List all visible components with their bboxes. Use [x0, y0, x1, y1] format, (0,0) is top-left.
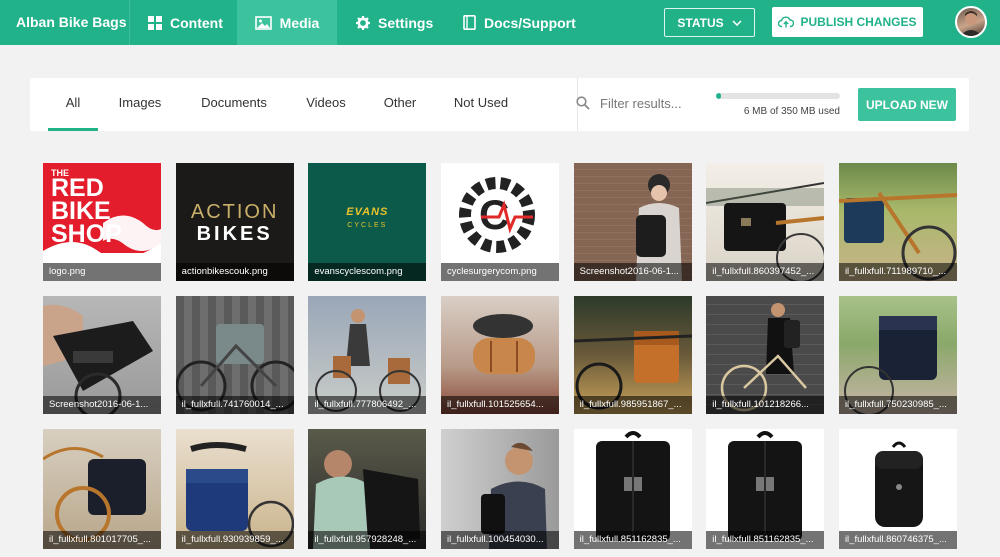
media-filename: il_fullxfull.860397452_... — [706, 263, 825, 281]
media-tile[interactable]: Screenshot2016-06-1... — [573, 163, 692, 281]
media-filter-panel: All Images Documents Videos Other Not Us… — [30, 78, 969, 131]
cloud-upload-icon — [778, 16, 795, 28]
media-filename: Screenshot2016-06-1... — [573, 263, 692, 281]
media-grid-row-3: il_fullxfull.801017705_... il_fullxfull.… — [43, 429, 957, 549]
media-tile[interactable]: il_fullxfull.777806492_... — [308, 296, 427, 414]
media-filename: Screenshot2016-06-1... — [43, 396, 161, 414]
media-filename: il_fullxfull.750230985_... — [838, 396, 957, 414]
media-tile[interactable]: THE RED BIKE SHOP logo.png — [43, 163, 161, 281]
storage-usage-text: 6 MB of 350 MB used — [743, 106, 840, 117]
tab-images[interactable]: Images — [116, 78, 164, 131]
upload-new-button[interactable]: UPLOAD NEW — [858, 88, 956, 121]
site-brand[interactable]: Alban Bike Bags — [0, 0, 130, 45]
media-filename: il_fullxfull.851162835_... — [706, 531, 825, 549]
storage-usage-bar — [716, 93, 840, 99]
media-tile[interactable]: il_fullxfull.930939859_... — [175, 429, 294, 549]
top-navigation-bar: Alban Bike Bags Content Media Settings D… — [0, 0, 1000, 45]
media-filename: cyclesurgerycom.png — [440, 263, 559, 281]
media-tile[interactable]: C cyclesurgerycom.png — [440, 163, 559, 281]
tab-not-used[interactable]: Not Used — [451, 78, 511, 131]
media-filename: il_fullxfull.851162835_... — [573, 531, 692, 549]
logo-text-shop: SHOP — [51, 220, 122, 249]
media-filename: il_fullxfull.741760014_... — [175, 396, 294, 414]
nav-settings-label: Settings — [378, 14, 434, 31]
publish-changes-button[interactable]: PUBLISH CHANGES — [772, 7, 923, 37]
nav-media[interactable]: Media — [237, 0, 337, 45]
tab-other[interactable]: Other — [380, 78, 420, 131]
tab-all[interactable]: All — [48, 78, 98, 131]
media-tile[interactable]: il_fullxfull.100454030... — [440, 429, 559, 549]
filter-results-input[interactable] — [600, 93, 700, 113]
media-grid: THE RED BIKE SHOP logo.png ACTION BIKES … — [43, 163, 957, 414]
media-tile[interactable]: EVANS CYCLES evanscyclescom.png — [308, 163, 427, 281]
media-filename: il_fullxfull.801017705_... — [43, 531, 161, 549]
nav-docs-support[interactable]: Docs/Support — [463, 0, 576, 45]
search-icon — [576, 96, 590, 110]
media-filename: il_fullxfull.711989710_... — [838, 263, 957, 281]
media-tile[interactable]: il_fullxfull.801017705_... — [43, 429, 161, 549]
media-tile[interactable]: Screenshot2016-06-1... — [43, 296, 161, 414]
media-tile[interactable]: il_fullxfull.711989710_... — [838, 163, 957, 281]
media-tile[interactable]: il_fullxfull.957928248_... — [308, 429, 427, 549]
nav-content-label: Content — [170, 14, 223, 31]
book-icon — [463, 15, 476, 30]
tab-videos[interactable]: Videos — [302, 78, 350, 131]
media-filename: il_fullxfull.930939859_... — [175, 531, 294, 549]
chevron-down-icon — [732, 19, 742, 26]
media-filename: il_fullxfull.101525654... — [440, 396, 559, 414]
tab-documents[interactable]: Documents — [196, 78, 272, 131]
media-filename: il_fullxfull.985951867_... — [573, 396, 692, 414]
media-tile[interactable]: il_fullxfull.750230985_... — [838, 296, 957, 414]
storage-usage-fill — [716, 93, 721, 99]
media-tile[interactable]: ACTION BIKES actionbikescouk.png — [175, 163, 294, 281]
media-tile[interactable]: il_fullxfull.101218266... — [706, 296, 825, 414]
media-tile[interactable]: il_fullxfull.101525654... — [440, 296, 559, 414]
media-filename: il_fullxfull.860746375_... — [838, 531, 957, 549]
media-filename: actionbikescouk.png — [175, 263, 294, 281]
nav-content[interactable]: Content — [148, 0, 223, 45]
logo-text-evans: EVANS — [346, 206, 389, 218]
media-filename: evanscyclescom.png — [308, 263, 427, 281]
logo-text-cycles: CYCLES — [347, 222, 388, 229]
logo-text-bikes: BIKES — [196, 223, 273, 245]
nav-settings[interactable]: Settings — [356, 0, 433, 45]
media-filename: il_fullxfull.100454030... — [440, 531, 559, 549]
media-tile[interactable]: il_fullxfull.851162835_... — [706, 429, 825, 549]
status-label: STATUS — [677, 15, 724, 30]
media-tile[interactable]: il_fullxfull.860397452_... — [706, 163, 825, 281]
media-filename: logo.png — [43, 263, 161, 281]
media-tile[interactable]: il_fullxfull.741760014_... — [175, 296, 294, 414]
nav-docs-label: Docs/Support — [484, 14, 576, 31]
media-tile[interactable]: il_fullxfull.851162835_... — [573, 429, 692, 549]
logo-text-action: ACTION — [190, 201, 279, 223]
publish-label: PUBLISH CHANGES — [800, 15, 917, 29]
svg-text:C: C — [479, 191, 509, 238]
media-tile[interactable]: il_fullxfull.860746375_... — [838, 429, 957, 549]
user-avatar[interactable] — [955, 6, 987, 38]
media-filename: il_fullxfull.777806492_... — [308, 396, 427, 414]
media-filename: il_fullxfull.101218266... — [706, 396, 825, 414]
grid-icon — [148, 15, 162, 30]
image-icon — [254, 15, 272, 30]
status-dropdown[interactable]: STATUS — [664, 8, 755, 37]
media-filename: il_fullxfull.957928248_... — [308, 531, 427, 549]
nav-media-label: Media — [279, 14, 320, 31]
media-tile[interactable]: il_fullxfull.985951867_... — [573, 296, 692, 414]
gear-icon — [356, 15, 370, 30]
